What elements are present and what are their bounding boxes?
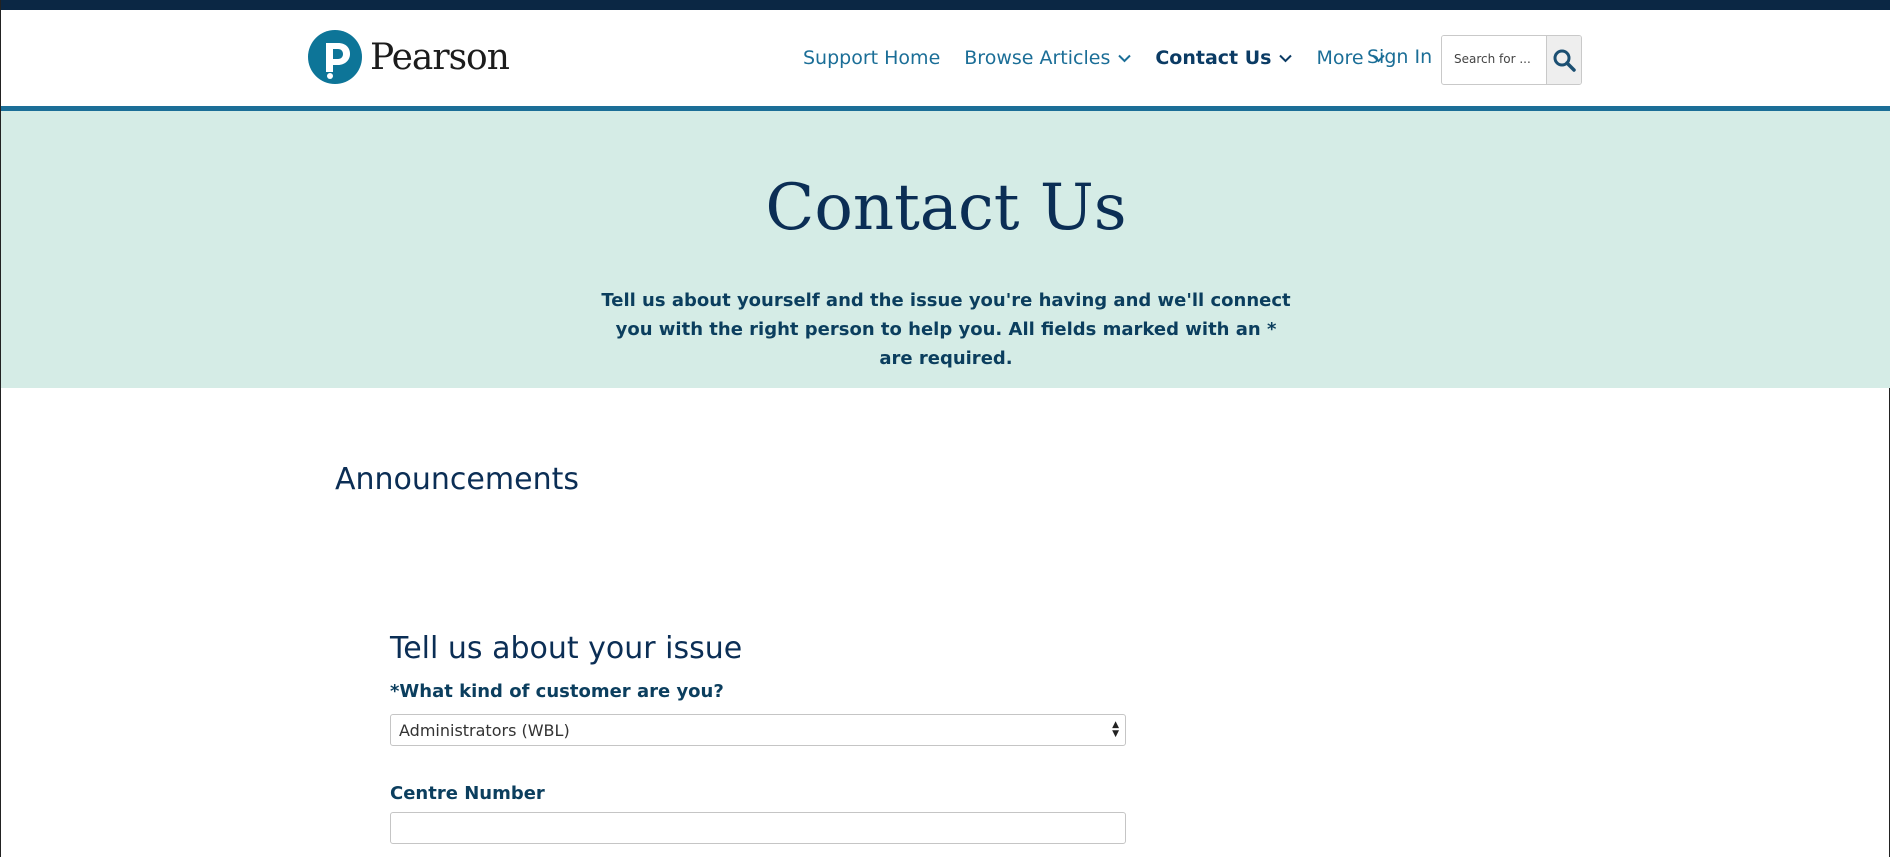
search-box xyxy=(1441,35,1582,85)
chevron-down-icon xyxy=(1118,54,1132,62)
sign-in-link[interactable]: Sign In xyxy=(1367,46,1432,68)
customer-type-label: *What kind of customer are you? xyxy=(390,681,724,702)
search-icon xyxy=(1553,49,1576,72)
site-header: Pearson Support Home Browse Articles Con… xyxy=(1,10,1890,111)
announcements-heading: Announcements xyxy=(335,462,579,497)
pearson-logo-icon xyxy=(308,30,362,84)
main-nav: Support Home Browse Articles Contact Us … xyxy=(803,47,1409,69)
search-button[interactable] xyxy=(1546,36,1581,84)
nav-browse-articles[interactable]: Browse Articles xyxy=(964,47,1132,69)
nav-contact-us[interactable]: Contact Us xyxy=(1155,47,1293,69)
nav-browse-articles-label: Browse Articles xyxy=(964,47,1111,69)
centre-number-input[interactable] xyxy=(390,812,1126,844)
search-input[interactable] xyxy=(1442,36,1546,82)
nav-more-label: More xyxy=(1316,47,1364,69)
form-title: Tell us about your issue xyxy=(390,631,743,666)
customer-type-selected: Administrators (WBL) xyxy=(399,720,570,740)
customer-type-select[interactable]: Administrators (WBL) ▲ ▼ xyxy=(390,714,1126,746)
page-title: Contact Us xyxy=(765,171,1127,245)
nav-support-home-label: Support Home xyxy=(803,47,941,69)
select-arrows-icon: ▲ ▼ xyxy=(1112,720,1119,739)
nav-contact-us-label: Contact Us xyxy=(1155,47,1272,69)
centre-number-label: Centre Number xyxy=(390,783,545,804)
pearson-logo[interactable]: Pearson xyxy=(308,30,510,84)
nav-support-home[interactable]: Support Home xyxy=(803,47,940,69)
top-accent-bar xyxy=(1,0,1890,10)
pearson-wordmark: Pearson xyxy=(370,36,510,78)
page-description: Tell us about yourself and the issue you… xyxy=(601,290,1291,369)
chevron-down-icon xyxy=(1279,54,1293,62)
hero-banner: Contact Us Tell us about yourself and th… xyxy=(1,111,1890,388)
